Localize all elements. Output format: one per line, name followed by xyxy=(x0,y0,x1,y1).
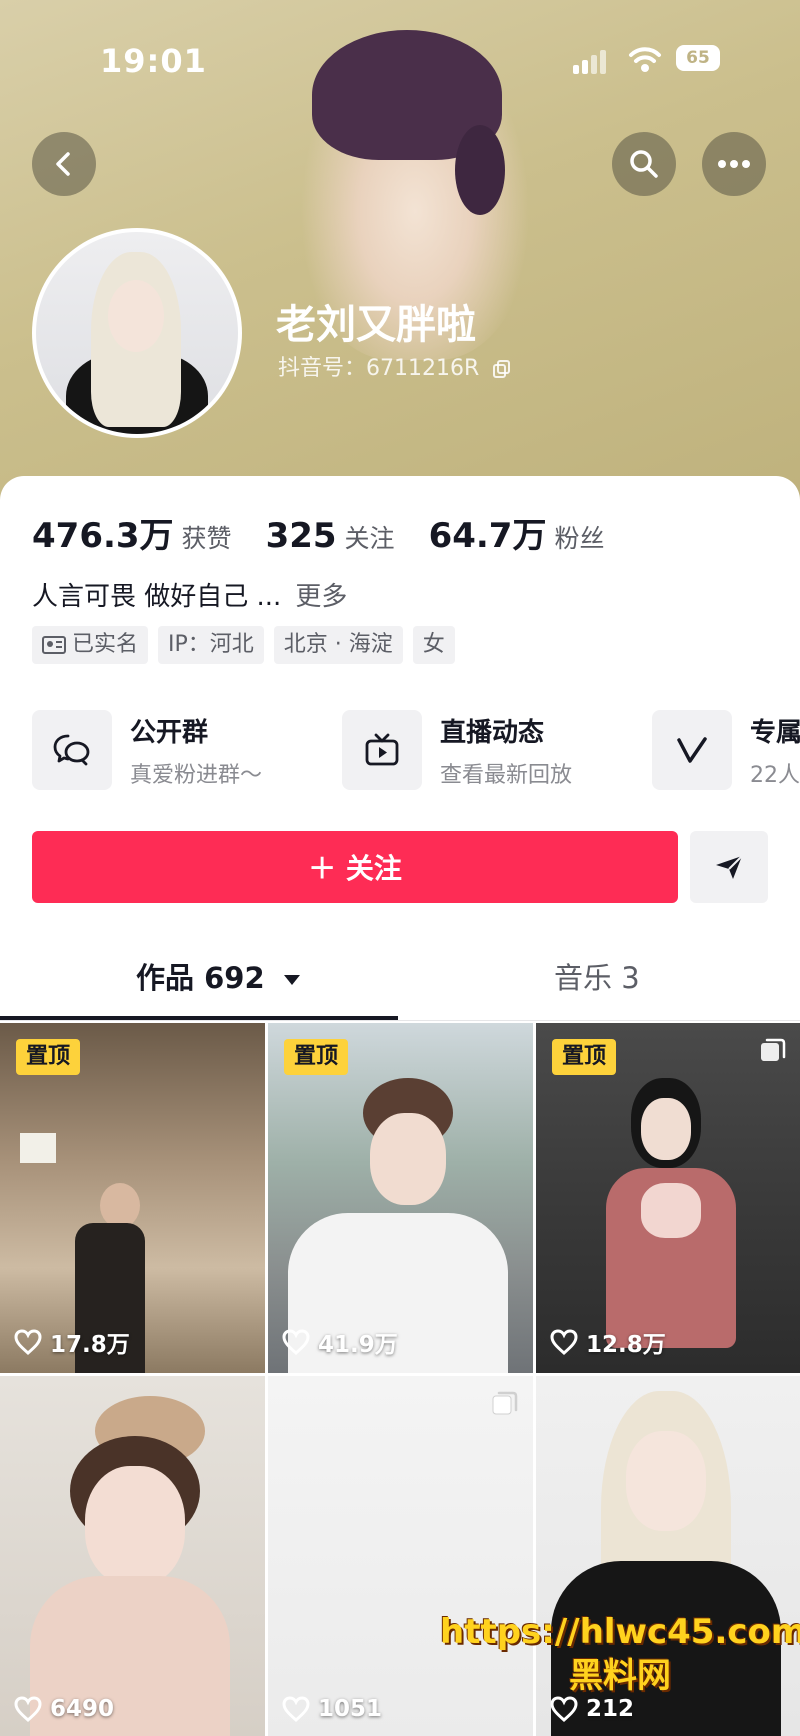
watermark-url: https://hlwc45.com xyxy=(440,1612,800,1652)
heart-icon xyxy=(282,1696,310,1722)
caret-down-icon xyxy=(283,975,300,985)
multi-image-icon xyxy=(492,1391,518,1415)
chevron-left-icon xyxy=(56,152,70,176)
follow-button-label: ＋ 关注 xyxy=(308,852,402,885)
stats-row: 476.3万 获赞 325 关注 64.7万 粉丝 xyxy=(32,508,638,557)
v-badge-icon xyxy=(677,737,707,763)
content-tabs: 作品 692 音乐 3 xyxy=(0,936,800,1020)
tab-works[interactable]: 作品 692 xyxy=(136,936,301,1020)
bio-text: 人言可畏 做好自己 ... xyxy=(32,582,282,612)
multi-image-icon xyxy=(761,1038,786,1061)
following-count[interactable]: 325 xyxy=(266,516,337,556)
follow-button[interactable]: ＋ 关注 xyxy=(32,831,678,903)
video-likes: 212 xyxy=(550,1696,634,1722)
signal-icon xyxy=(573,48,609,74)
feature-subtitle: 真爱粉进群～ xyxy=(130,762,263,788)
watermark: https://hlwc45.com 黑料网 xyxy=(440,1610,800,1698)
video-likes: 1051 xyxy=(282,1696,382,1722)
video-likes: 17.8万 xyxy=(14,1325,130,1359)
chat-bubbles-icon xyxy=(53,734,90,766)
tag-gender: 女 xyxy=(412,626,455,664)
nickname: 老刘又胖啦 xyxy=(276,302,476,348)
douyin-id[interactable]: 抖音号：6711216R xyxy=(278,350,512,382)
video-tile[interactable]: 6490 xyxy=(0,1376,265,1736)
tab-divider xyxy=(0,1020,800,1021)
followers-count[interactable]: 64.7万 xyxy=(429,508,547,557)
profile-tags: 已实名 IP：河北 北京 · 海淀 女 xyxy=(32,626,455,664)
feature-subtitle: 22人 xyxy=(750,762,800,788)
feature-public-group[interactable]: 公开群 真爱粉进群～ xyxy=(32,708,262,792)
search-icon xyxy=(630,150,658,178)
feature-entries: 公开群 真爱粉进群～ 直播动态 查看最新回放 专属 22人 xyxy=(32,708,800,792)
douyin-id-text: 抖音号：6711216R xyxy=(278,356,480,381)
feature-live-updates[interactable]: 直播动态 查看最新回放 xyxy=(342,708,572,792)
feature-exclusive[interactable]: 专属 22人 xyxy=(652,708,800,792)
watermark-site-name: 黑料网 xyxy=(569,1656,671,1696)
status-bar: 19:01 65 xyxy=(0,0,800,110)
id-card-icon xyxy=(42,636,66,654)
heart-icon xyxy=(14,1329,42,1355)
heart-icon xyxy=(282,1329,310,1355)
cover-image-bun xyxy=(455,125,505,215)
battery-indicator: 65 xyxy=(676,45,720,71)
heart-icon xyxy=(550,1329,578,1355)
share-button[interactable] xyxy=(690,831,768,903)
avatar[interactable] xyxy=(32,228,242,438)
tab-music[interactable]: 音乐 3 xyxy=(554,936,640,1020)
video-tile[interactable]: 置顶 12.8万 xyxy=(536,1023,800,1373)
video-tile[interactable]: 置顶 41.9万 xyxy=(268,1023,533,1373)
video-tile[interactable]: 置顶 17.8万 xyxy=(0,1023,265,1373)
feature-title: 专属 xyxy=(750,717,800,748)
pinned-badge: 置顶 xyxy=(284,1039,348,1075)
heart-icon xyxy=(550,1696,578,1722)
likes-count[interactable]: 476.3万 xyxy=(32,508,174,557)
search-button[interactable] xyxy=(612,132,676,196)
bio-more-link[interactable]: 更多 xyxy=(295,582,347,612)
wifi-icon xyxy=(628,44,662,74)
following-label: 关注 xyxy=(344,524,395,553)
tag-ip: IP：河北 xyxy=(158,626,264,664)
followers-label: 粉丝 xyxy=(554,524,605,553)
likes-label: 获赞 xyxy=(181,524,232,553)
send-icon xyxy=(716,855,743,879)
tv-play-icon xyxy=(365,733,399,766)
more-dots-icon xyxy=(718,160,750,168)
tab-works-label: 作品 692 xyxy=(136,961,265,995)
pinned-badge: 置顶 xyxy=(16,1039,80,1075)
video-likes: 12.8万 xyxy=(550,1325,666,1359)
bio: 人言可畏 做好自己 ... 更多 xyxy=(32,576,347,613)
tag-location: 北京 · 海淀 xyxy=(273,626,403,664)
heart-icon xyxy=(14,1696,42,1722)
status-time: 19:01 xyxy=(100,42,207,80)
video-likes: 6490 xyxy=(14,1696,114,1722)
video-likes: 41.9万 xyxy=(282,1325,398,1359)
feature-title: 直播动态 xyxy=(440,717,545,748)
more-button[interactable] xyxy=(702,132,766,196)
back-button[interactable] xyxy=(32,132,96,196)
pinned-badge: 置顶 xyxy=(552,1039,616,1075)
tag-verified: 已实名 xyxy=(32,626,149,664)
copy-icon[interactable] xyxy=(492,359,512,379)
feature-subtitle: 查看最新回放 xyxy=(440,762,573,788)
feature-title: 公开群 xyxy=(130,717,209,748)
